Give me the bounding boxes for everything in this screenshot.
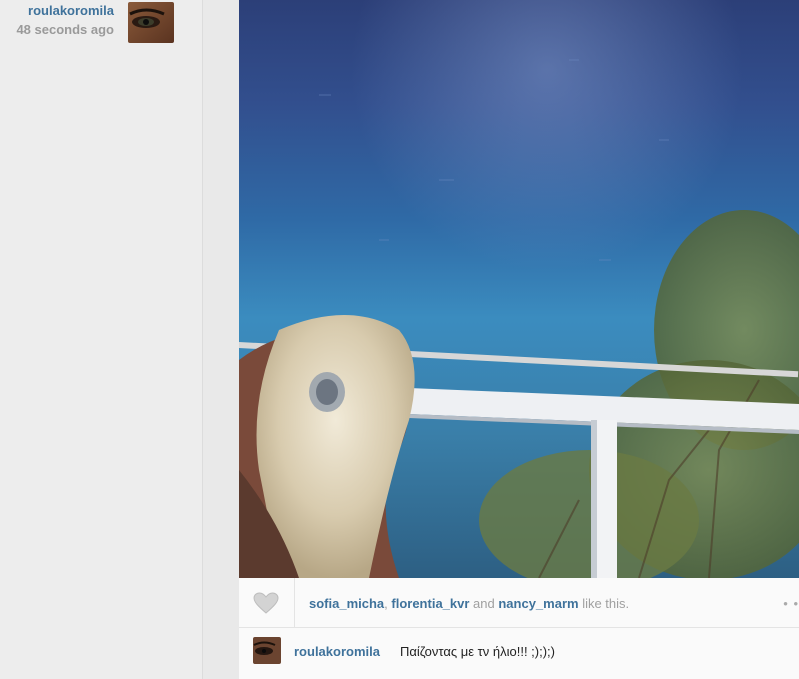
liker-link[interactable]: sofia_micha — [309, 596, 384, 611]
post-photo[interactable] — [239, 0, 799, 578]
caption-username[interactable]: roulakoromila — [294, 644, 380, 659]
likes-and: and — [469, 596, 499, 611]
post-footer: sofia_micha, florentia_kvr and nancy_mar… — [239, 578, 799, 679]
liker-link[interactable]: nancy_marm — [498, 596, 578, 611]
liker-link[interactable]: florentia_kvr — [391, 596, 469, 611]
post-timestamp[interactable]: 48 seconds ago — [0, 22, 114, 37]
more-options-button[interactable]: • • — [783, 596, 799, 611]
left-column: roulakoromila 48 seconds ago — [0, 0, 202, 679]
author-username[interactable]: roulakoromila — [14, 3, 114, 18]
author-avatar[interactable] — [128, 2, 174, 43]
like-button[interactable] — [239, 578, 295, 627]
heart-icon — [253, 592, 279, 614]
gutter — [202, 0, 240, 679]
likes-row: sofia_micha, florentia_kvr and nancy_mar… — [239, 578, 799, 628]
caption-row: roulakoromila Παίζοντας με τν ήλιο!!! ;)… — [239, 628, 799, 679]
likes-suffix: like this. — [578, 596, 630, 611]
caption-text: Παίζοντας με τν ήλιο!!! ;););) — [400, 644, 555, 659]
caption-avatar[interactable] — [253, 637, 281, 664]
likes-summary: sofia_micha, florentia_kvr and nancy_mar… — [309, 596, 629, 611]
